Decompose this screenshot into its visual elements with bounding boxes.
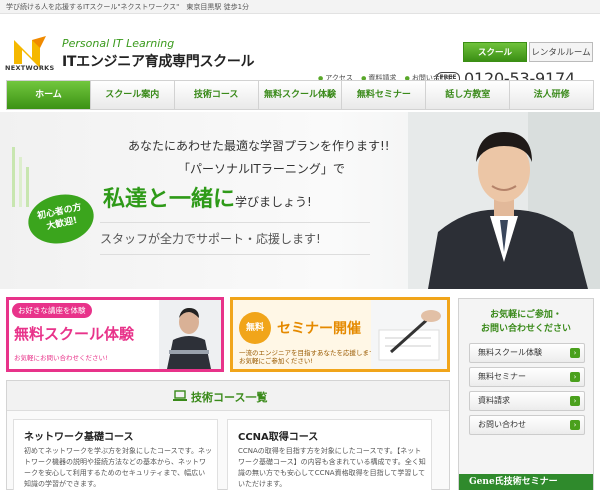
nav-school-guide[interactable]: スクール案内 (91, 81, 175, 109)
main-nav: ホーム スクール案内 技術コース 無料スクール体験 無料セミナー 話し方教室 法… (6, 80, 594, 110)
nav-corporate-training[interactable]: 法人研修 (510, 81, 593, 109)
sidebar-button-label: 無料セミナー (478, 372, 526, 381)
course-title: CCNA取得コース (238, 432, 319, 443)
course-list-header: 技術コース一覧 (7, 381, 449, 411)
staff-photo (408, 112, 600, 289)
course-description: 初めてネットワークを学ぶ方を対象にしたコースです。ネットワーク機器の説明や接続方… (24, 447, 212, 488)
trial-note: お気軽にお問い合わせください! (14, 354, 108, 362)
arrow-right-icon: › (570, 396, 580, 406)
course-card-ccna[interactable]: CCNA取得コース CCNAの取得を目指す方を対象にしたコースです。【ネットワー… (227, 419, 432, 490)
arrow-right-icon: › (570, 420, 580, 430)
course-list-title: 技術コース一覧 (191, 391, 268, 404)
laptop-icon (173, 390, 187, 401)
arrow-right-icon: › (570, 348, 580, 358)
sidebar-title: お気軽にご参加・ お問い合わせください (459, 308, 593, 336)
hero-line-2: 「パーソナルITラーニング」で (178, 162, 345, 176)
sidebar-free-trial-button[interactable]: 無料スクール体験 › (469, 343, 585, 363)
studying-person-image (159, 300, 221, 369)
nav-tech-course[interactable]: 技術コース (175, 81, 259, 109)
arrow-right-icon: › (570, 372, 580, 382)
beginner-badge: 初心者の方 大歓迎! (23, 188, 99, 250)
seminar-note: 一流のエンジニアを目指すあなたを応援します。 お気軽にご参加ください! (239, 349, 381, 365)
sidebar-contact-button[interactable]: お問い合わせ › (469, 415, 585, 435)
hero-line-3-rest: 学びましょう! (235, 195, 312, 209)
free-trial-banner[interactable]: お好きな講座を体験 無料スクール体験 お気軽にお問い合わせください! (6, 297, 224, 372)
sidebar-document-request-button[interactable]: 資料請求 › (469, 391, 585, 411)
divider (100, 222, 370, 223)
sidebar-button-label: お問い合わせ (478, 420, 526, 429)
nav-speaking-class[interactable]: 話し方教室 (426, 81, 511, 109)
course-title: ネットワーク基礎コース (24, 432, 134, 443)
course-description: CCNAの取得を目指す方を対象にしたコースです。【ネットワーク基礎コース】の内容… (238, 447, 426, 488)
pen-writing-image (371, 300, 447, 369)
free-seminar-banner[interactable]: 無料 セミナー開催 一流のエンジニアを目指すあなたを応援します。 お気軽にご参加… (230, 297, 450, 372)
sidebar-title-1: お気軽にご参加・ (490, 310, 562, 320)
course-card-network-basic[interactable]: ネットワーク基礎コース 初めてネットワークを学ぶ方を対象にしたコースです。ネット… (13, 419, 218, 490)
tab-school[interactable]: スクール (463, 42, 527, 62)
brand-title[interactable]: ITエンジニア育成専門スクール (62, 51, 255, 71)
top-bar: 学び続ける人を応援するITスクール"ネクストワークス" 東京目黒駅 徒歩1分 (0, 0, 600, 14)
hero-line-3: 私達と一緒に学びましょう! (103, 181, 312, 213)
nav-home[interactable]: ホーム (7, 81, 91, 109)
sidebar-button-label: 資料請求 (478, 396, 510, 405)
hero-line-1: あなたにあわせた最適な学習プランを作ります!! (128, 139, 390, 153)
hero-line-4: スタッフが全力でサポート・応援します! (100, 232, 321, 246)
tagline: 学び続ける人を応援するITスクール"ネクストワークス" 東京目黒駅 徒歩1分 (6, 3, 250, 11)
course-list-section: 技術コース一覧 ネットワーク基礎コース 初めてネットワークを学ぶ方を対象にしたコ… (6, 380, 450, 490)
seminar-note-2: お気軽にご参加ください! (239, 357, 313, 365)
decoration-icon (12, 147, 29, 207)
site-switch-tabs: スクール レンタルルーム (463, 42, 593, 62)
sidebar-button-label: 無料スクール体験 (478, 348, 542, 357)
nav-free-seminar[interactable]: 無料セミナー (342, 81, 427, 109)
sidebar-title-2: お問い合わせください (480, 324, 571, 334)
gene-seminar-banner[interactable]: Gene氏技術セミナー (459, 474, 593, 490)
sidebar-free-seminar-button[interactable]: 無料セミナー › (469, 367, 585, 387)
trial-title: 無料スクール体験 (14, 325, 135, 343)
seminar-note-1: 一流のエンジニアを目指すあなたを応援します。 (239, 349, 382, 357)
sidebar-contact: お気軽にご参加・ お問い合わせください 無料スクール体験 › 無料セミナー › 資料… (458, 298, 594, 490)
hero-highlight: 私達と一緒に (103, 187, 236, 212)
nav-free-trial[interactable]: 無料スクール体験 (259, 81, 343, 109)
brand-subtitle: Personal IT Learning (62, 37, 175, 50)
trial-tag: お好きな講座を体験 (12, 303, 92, 318)
divider (100, 254, 370, 255)
free-circle: 無料 (239, 312, 271, 344)
hero-banner: あなたにあわせた最適な学習プランを作ります!! 「パーソナルITラーニング」で … (0, 112, 600, 289)
site-header: NEXTWORKS Personal IT Learning ITエンジニア育成… (0, 14, 600, 88)
tab-rental-room[interactable]: レンタルルーム (529, 42, 593, 62)
logo-text: NEXTWORKS (5, 64, 55, 72)
seminar-title: セミナー開催 (277, 321, 361, 337)
